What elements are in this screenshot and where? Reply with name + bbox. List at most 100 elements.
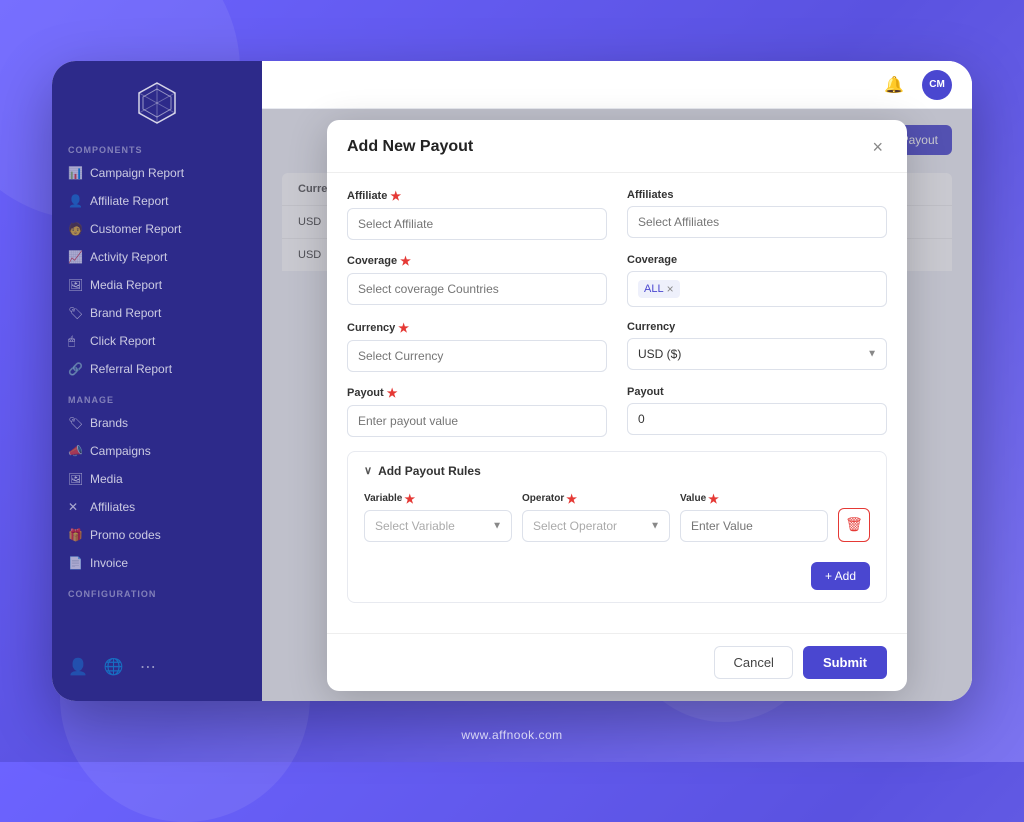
variable-label: Variable ★	[364, 492, 512, 506]
currency-left-col: Currency ★	[347, 321, 607, 372]
value-col: Value ★	[680, 492, 828, 542]
variable-required: ★	[404, 492, 415, 506]
sidebar-item-media[interactable]: 🖼 Media	[52, 465, 262, 493]
modal-header: Add New Payout ×	[327, 120, 907, 173]
trash-icon: 🗑	[845, 516, 863, 533]
currency-left-label: Currency ★	[347, 321, 607, 335]
app-card: COMPONENTS 📊 Campaign Report 👤 Affiliate…	[52, 61, 972, 701]
payout-left-col: Payout ★	[347, 386, 607, 437]
operator-select-wrapper: Select Operator ▼	[522, 510, 670, 542]
manage-section-label: MANAGE	[52, 383, 262, 409]
all-coverage-tag: ALL ×	[638, 280, 680, 298]
submit-button[interactable]: Submit	[803, 646, 887, 679]
currency-right-label: Currency	[627, 321, 887, 333]
coverage-right-label: Coverage	[627, 254, 887, 266]
modal-footer: Cancel Submit	[327, 633, 907, 691]
media-icon: 🖼	[68, 278, 82, 292]
affiliates-icon: ✕	[68, 500, 82, 514]
sidebar-item-click-report[interactable]: 🖱 Click Report	[52, 327, 262, 355]
sidebar-item-invoice[interactable]: 📄 Invoice	[52, 549, 262, 577]
payout-right-col: Payout	[627, 386, 887, 437]
media2-icon: 🖼	[68, 472, 82, 486]
sidebar-item-referral-report[interactable]: 🔗 Referral Report	[52, 355, 262, 383]
affiliates-input[interactable]	[627, 206, 887, 238]
variable-select[interactable]: Select Variable	[364, 510, 512, 542]
affiliate-required: ★	[390, 189, 401, 203]
user-icon: 👤	[68, 194, 82, 208]
affiliate-input[interactable]	[347, 208, 607, 240]
currency-select[interactable]: USD ($)	[627, 338, 887, 370]
promo-icon: 🎁	[68, 528, 82, 542]
affiliates-col: Affiliates	[627, 189, 887, 240]
payout-row: Payout ★ Payout	[347, 386, 887, 437]
user-avatar[interactable]: CM	[922, 70, 952, 100]
operator-required: ★	[566, 492, 577, 506]
add-payout-modal: Add New Payout × Affiliate ★	[327, 120, 907, 691]
main-body: + Add New Payout Currency Cove USD A USD…	[262, 109, 972, 701]
sidebar-item-affiliate-report[interactable]: 👤 Affiliate Report	[52, 187, 262, 215]
variable-select-wrapper: Select Variable ▼	[364, 510, 512, 542]
sidebar-item-media-report[interactable]: 🖼 Media Report	[52, 271, 262, 299]
affiliate-label: Affiliate ★	[347, 189, 607, 203]
currency-input[interactable]	[347, 340, 607, 372]
modal-body: Affiliate ★ Affiliates	[327, 173, 907, 633]
coverage-left-label: Coverage ★	[347, 254, 607, 268]
modal-close-button[interactable]: ×	[868, 136, 887, 158]
operator-select[interactable]: Select Operator	[522, 510, 670, 542]
sidebar-item-activity-report[interactable]: 📈 Activity Report	[52, 243, 262, 271]
brands-icon: 🏷	[68, 416, 82, 430]
user-settings-icon[interactable]: 👤	[68, 657, 88, 677]
coverage-right-col: Coverage ALL ×	[627, 254, 887, 307]
customer-icon: 🧑	[68, 222, 82, 236]
sidebar-item-customer-report[interactable]: 🧑 Customer Report	[52, 215, 262, 243]
delete-col: 🗑	[838, 508, 870, 542]
chevron-down-icon: ∨	[364, 464, 372, 477]
operator-col: Operator ★ Select Operator ▼	[522, 492, 670, 542]
config-section-label: CONFIGURATION	[52, 577, 262, 603]
sidebar-logo	[52, 61, 262, 137]
activity-icon: 📈	[68, 250, 82, 264]
currency-right-col: Currency USD ($) ▼	[627, 321, 887, 372]
coverage-row: Coverage ★ Coverage	[347, 254, 887, 307]
sidebar-item-brands[interactable]: 🏷 Brands	[52, 409, 262, 437]
campaigns-icon: 📣	[68, 444, 82, 458]
remove-all-tag[interactable]: ×	[667, 282, 674, 296]
payout-rules-toggle[interactable]: ∨ Add Payout Rules	[364, 464, 870, 478]
coverage-tag-field[interactable]: ALL ×	[627, 271, 887, 307]
delete-rule-button[interactable]: 🗑	[838, 508, 870, 542]
sidebar-item-campaigns[interactable]: 📣 Campaigns	[52, 437, 262, 465]
click-icon: 🖱	[68, 334, 82, 348]
value-label: Value ★	[680, 492, 828, 506]
reports-section-label: COMPONENTS	[52, 137, 262, 159]
variable-col: Variable ★ Select Variable ▼	[364, 492, 512, 542]
main-content: 🔔 CM + Add New Payout Currency Cove USD …	[262, 61, 972, 701]
coverage-required: ★	[400, 254, 411, 268]
main-header: 🔔 CM	[262, 61, 972, 109]
sidebar-item-campaign-report[interactable]: 📊 Campaign Report	[52, 159, 262, 187]
chart-icon: 📊	[68, 166, 82, 180]
cancel-button[interactable]: Cancel	[714, 646, 792, 679]
coverage-input[interactable]	[347, 273, 607, 305]
affiliates-label: Affiliates	[627, 189, 887, 201]
footer-url: www.affnook.com	[461, 728, 562, 742]
invoice-icon: 📄	[68, 556, 82, 570]
payout-value-input[interactable]	[627, 403, 887, 435]
add-rule-button[interactable]: + Add	[811, 562, 870, 590]
payout-right-label: Payout	[627, 386, 887, 398]
payout-input[interactable]	[347, 405, 607, 437]
globe-icon[interactable]: 🌐	[104, 657, 124, 677]
value-input[interactable]	[680, 510, 828, 542]
sidebar-item-brand-report[interactable]: 🏷 Brand Report	[52, 299, 262, 327]
sidebar-item-promo-codes[interactable]: 🎁 Promo codes	[52, 521, 262, 549]
currency-select-wrapper: USD ($) ▼	[627, 338, 887, 370]
more-options-icon[interactable]: ⋯	[140, 657, 156, 677]
referral-icon: 🔗	[68, 362, 82, 376]
currency-required: ★	[398, 321, 409, 335]
payout-left-label: Payout ★	[347, 386, 607, 400]
coverage-left-col: Coverage ★	[347, 254, 607, 307]
operator-label: Operator ★	[522, 492, 670, 506]
sidebar-item-affiliates[interactable]: ✕ Affiliates	[52, 493, 262, 521]
notification-bell[interactable]: 🔔	[878, 69, 910, 101]
sidebar-bottom-actions: 👤 🌐 ⋯	[52, 649, 262, 685]
payout-rules-section: ∨ Add Payout Rules Variable ★	[347, 451, 887, 603]
